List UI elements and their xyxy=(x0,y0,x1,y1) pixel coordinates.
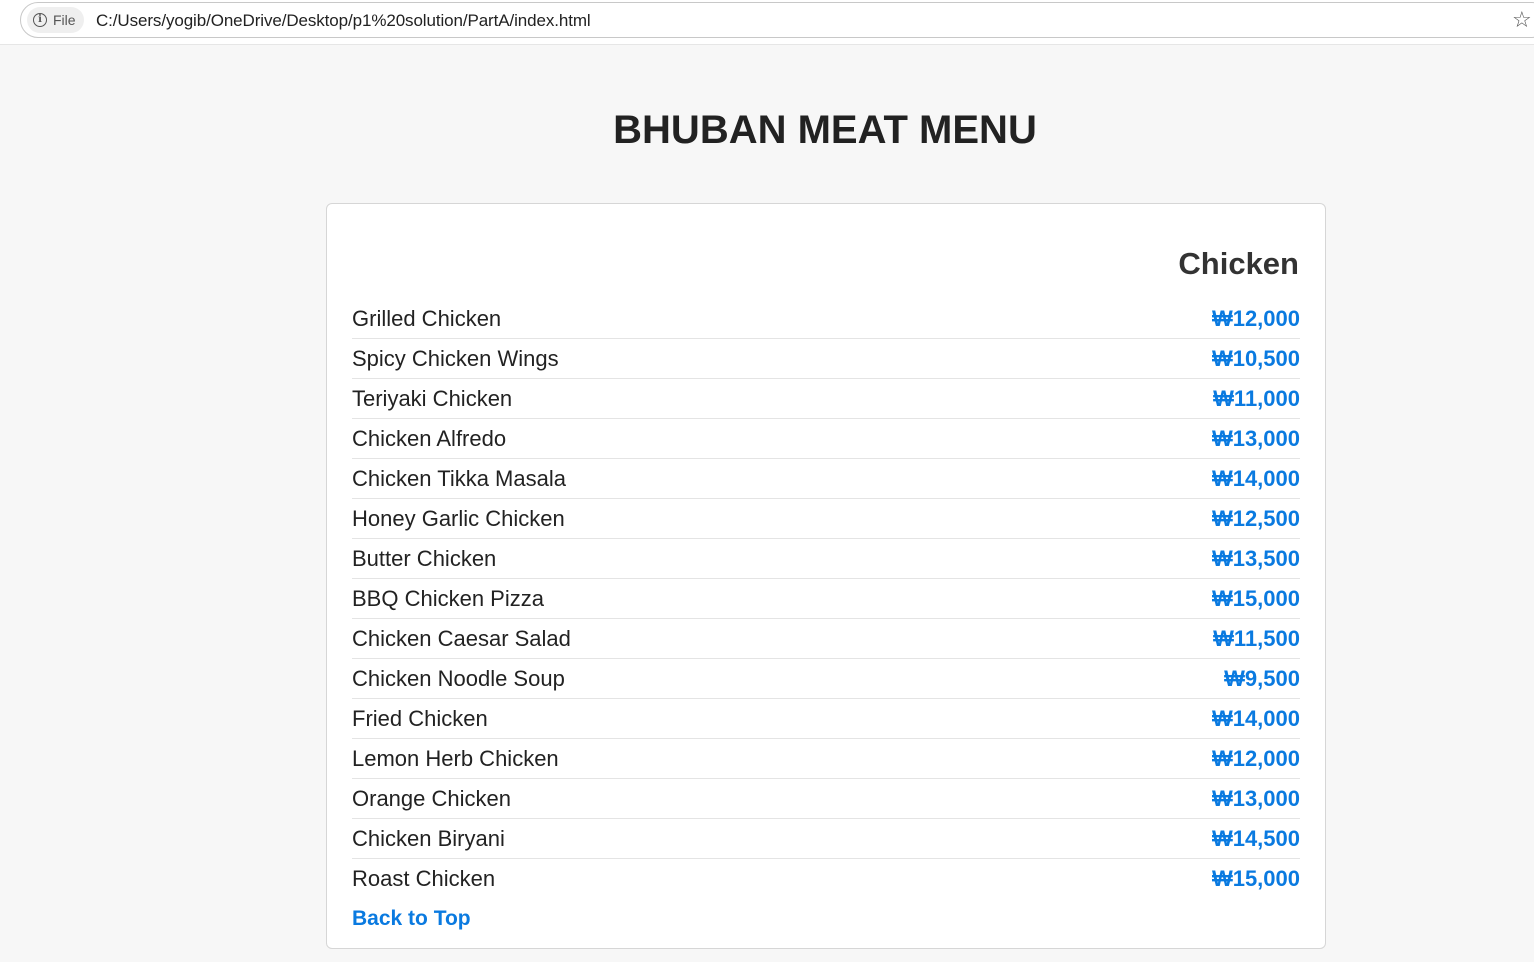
section-title: Chicken xyxy=(1178,246,1299,281)
item-name: BBQ Chicken Pizza xyxy=(352,585,544,611)
item-price: ₩12,000 xyxy=(1211,745,1300,771)
item-price: ₩15,000 xyxy=(1211,585,1300,611)
item-name: Butter Chicken xyxy=(352,545,497,571)
menu-item: Teriyaki Chicken ₩11,000 xyxy=(352,379,1300,419)
item-name: Chicken Alfredo xyxy=(352,425,507,451)
menu-item: Butter Chicken ₩13,500 xyxy=(352,539,1300,579)
item-name: Grilled Chicken xyxy=(352,305,502,331)
item-name: Orange Chicken xyxy=(352,785,511,811)
menu-item: Grilled Chicken ₩12,000 xyxy=(352,299,1300,339)
item-name: Honey Garlic Chicken xyxy=(352,505,565,531)
menu-item: Chicken Caesar Salad ₩11,500 xyxy=(352,619,1300,659)
item-price: ₩12,500 xyxy=(1211,505,1300,531)
menu-item: Spicy Chicken Wings ₩10,500 xyxy=(352,339,1300,379)
menu-list: Grilled Chicken ₩12,000 Spicy Chicken Win… xyxy=(352,299,1300,898)
item-name: Chicken Noodle Soup xyxy=(352,665,565,691)
item-price: ₩13,000 xyxy=(1211,425,1300,451)
item-price: ₩11,000 xyxy=(1213,385,1300,411)
address-bar[interactable]: i File C:/Users/yogib/OneDrive/Desktop/p… xyxy=(20,2,1534,38)
item-price: ₩14,500 xyxy=(1211,825,1300,851)
item-price: ₩15,000 xyxy=(1211,865,1300,891)
bookmark-star-icon[interactable]: ☆ xyxy=(1512,9,1532,31)
item-name: Chicken Caesar Salad xyxy=(352,625,571,651)
menu-item: Orange Chicken ₩13,000 xyxy=(352,779,1300,819)
item-price: ₩13,000 xyxy=(1211,785,1300,811)
item-price: ₩10,500 xyxy=(1211,345,1300,371)
menu-item: Roast Chicken ₩15,000 xyxy=(352,859,1300,898)
item-name: Lemon Herb Chicken xyxy=(352,745,559,771)
item-price: ₩13,500 xyxy=(1211,545,1300,571)
item-name: Spicy Chicken Wings xyxy=(352,345,559,371)
item-price: ₩14,000 xyxy=(1211,705,1300,731)
menu-item: Chicken Tikka Masala ₩14,000 xyxy=(352,459,1300,499)
url-text[interactable]: C:/Users/yogib/OneDrive/Desktop/p1%20sol… xyxy=(96,11,591,31)
item-price: ₩12,000 xyxy=(1211,305,1300,331)
item-name: Roast Chicken xyxy=(352,865,496,891)
menu-item: Lemon Herb Chicken ₩12,000 xyxy=(352,739,1300,779)
item-name: Chicken Tikka Masala xyxy=(352,465,566,491)
menu-item: Chicken Alfredo ₩13,000 xyxy=(352,419,1300,459)
menu-item: Chicken Noodle Soup ₩9,500 xyxy=(352,659,1300,699)
item-name: Chicken Biryani xyxy=(352,825,505,851)
back-to-top-link[interactable]: Back to Top xyxy=(352,906,471,932)
menu-item: BBQ Chicken Pizza ₩15,000 xyxy=(352,579,1300,619)
item-price: ₩14,000 xyxy=(1211,465,1300,491)
site-info-label: File xyxy=(53,12,76,28)
menu-item: Chicken Biryani ₩14,500 xyxy=(352,819,1300,859)
site-info-button[interactable]: i File xyxy=(27,7,84,33)
menu-card: Chicken Grilled Chicken ₩12,000 Spicy Chi… xyxy=(326,203,1326,949)
menu-item: Fried Chicken ₩14,000 xyxy=(352,699,1300,739)
item-price: ₩9,500 xyxy=(1224,665,1300,691)
item-price: ₩11,500 xyxy=(1213,625,1300,651)
browser-toolbar: i File C:/Users/yogib/OneDrive/Desktop/p… xyxy=(0,0,1534,45)
item-name: Fried Chicken xyxy=(352,705,488,731)
item-name: Teriyaki Chicken xyxy=(352,385,513,411)
info-icon: i xyxy=(33,13,47,27)
menu-item: Honey Garlic Chicken ₩12,500 xyxy=(352,499,1300,539)
page-title: BHUBAN MEAT MENU xyxy=(613,108,1037,152)
